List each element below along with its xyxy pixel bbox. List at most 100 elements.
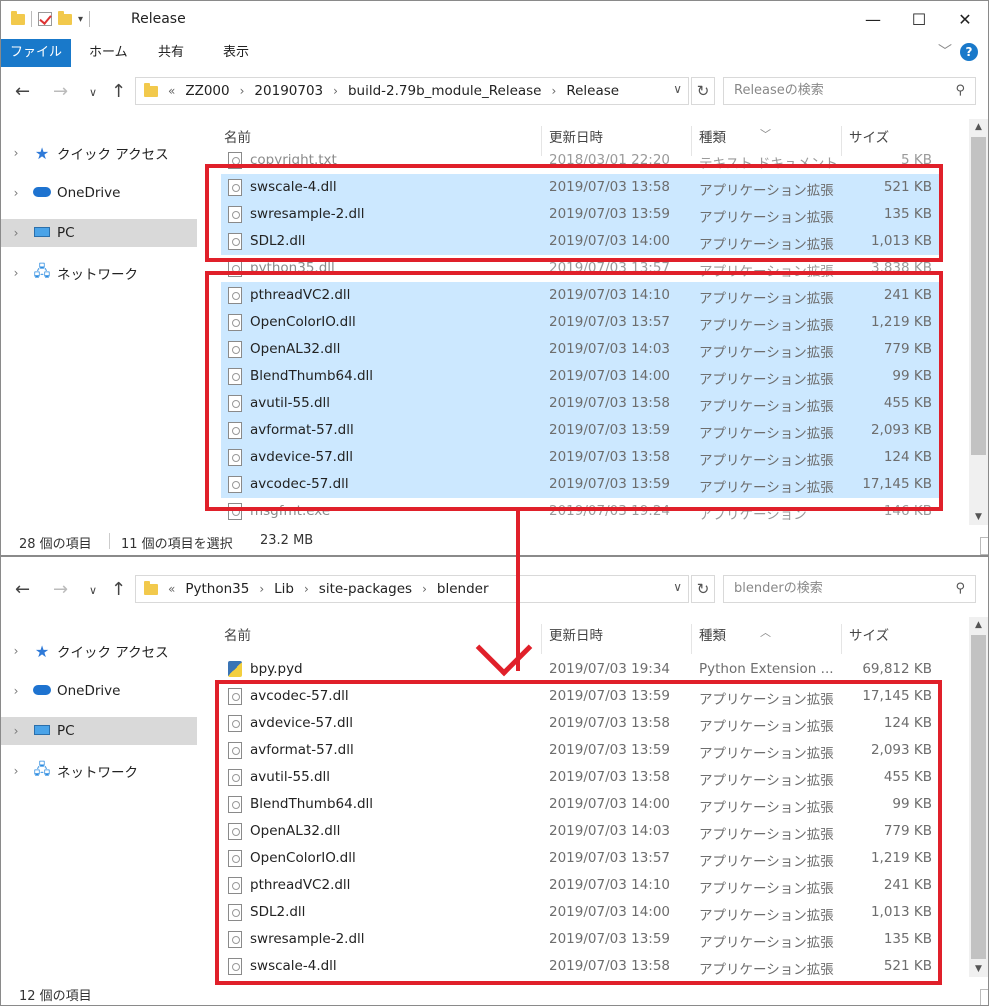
refresh-icon[interactable]: ↻ [691, 575, 715, 603]
forward-arrow-icon[interactable]: → [53, 81, 68, 102]
chevron-down-icon[interactable]: ∨ [673, 580, 682, 594]
tab-share[interactable]: 共有 [158, 39, 184, 67]
minimize-button[interactable]: — [850, 1, 896, 37]
scroll-thumb[interactable] [971, 137, 986, 455]
file-row[interactable]: bpy.pyd 2019/07/03 19:34 Python Extension … [221, 656, 939, 683]
breadcrumb-item[interactable]: site-packages [319, 581, 412, 597]
expand-icon[interactable]: › [1, 226, 31, 240]
refresh-icon[interactable]: ↻ [691, 77, 715, 105]
new-folder-icon[interactable] [58, 10, 72, 25]
breadcrumb-item[interactable]: build-2.79b_module_Release [348, 83, 542, 99]
breadcrumb-overflow[interactable]: « [168, 582, 175, 596]
customize-dropdown-icon[interactable]: ▾ [78, 14, 83, 25]
up-arrow-icon[interactable]: ↑ [111, 579, 126, 600]
status-bar: 28 個の項目 11 個の項目を選択 23.2 MB [1, 527, 988, 555]
column-divider[interactable] [541, 624, 542, 654]
sort-arrow-icon: ﹀ [760, 128, 771, 141]
expand-icon[interactable]: › [1, 146, 31, 160]
nav-item-onedrive[interactable]: › OneDrive [1, 179, 197, 207]
status-divider [109, 533, 110, 549]
chevron-right-icon[interactable]: › [240, 84, 245, 98]
nav-label: クイック アクセス [57, 147, 169, 163]
recent-locations-icon[interactable]: ∨ [89, 86, 97, 99]
breadcrumb-item[interactable]: Python35 [185, 581, 249, 597]
search-placeholder: blenderの検索 [734, 581, 823, 596]
column-name[interactable]: 名前 [224, 624, 251, 644]
nav-item-quick-access[interactable]: › ★ クイック アクセス [1, 637, 197, 665]
back-arrow-icon[interactable]: ← [15, 81, 30, 102]
close-button[interactable]: ✕ [942, 1, 988, 37]
vertical-scrollbar[interactable]: ▲ ▼ [969, 617, 988, 977]
back-arrow-icon[interactable]: ← [15, 579, 30, 600]
address-row: ← → ∨ ↑ « ZZ000 › 20190703 › build-2.79b… [1, 69, 988, 113]
expand-icon[interactable]: › [1, 266, 31, 280]
breadcrumb-item[interactable]: ZZ000 [185, 83, 229, 99]
column-date[interactable]: 更新日時 [549, 126, 603, 146]
search-input[interactable]: Releaseの検索 ⚲ [723, 77, 976, 105]
tab-file[interactable]: ファイル [1, 39, 71, 67]
column-type[interactable]: 種類 [699, 126, 726, 146]
expand-icon[interactable]: › [1, 186, 31, 200]
address-bar[interactable]: « Python35 › Lib › site-packages › blend… [135, 575, 689, 603]
column-name[interactable]: 名前 [224, 126, 251, 146]
column-header: 名前 更新日時 ﹀ 種類 サイズ [216, 119, 969, 156]
search-placeholder: Releaseの検索 [734, 83, 824, 98]
nav-item-network[interactable]: › 🖧 ネットワーク [1, 757, 197, 785]
toolbar-separator [31, 11, 32, 27]
column-divider[interactable] [841, 624, 842, 654]
help-icon[interactable]: ? [960, 43, 978, 61]
vertical-scrollbar[interactable]: ▲ ▼ [969, 119, 988, 525]
chevron-right-icon[interactable]: › [422, 582, 427, 596]
column-type[interactable]: 種類 [699, 624, 726, 644]
nav-label: ネットワーク [57, 765, 138, 781]
scroll-down-icon[interactable]: ▼ [969, 509, 988, 525]
file-type: Python Extension ... [699, 661, 834, 677]
nav-item-network[interactable]: › 🖧 ネットワーク [1, 259, 197, 287]
maximize-button[interactable]: ☐ [896, 1, 942, 37]
item-count: 28 個の項目 [19, 537, 92, 552]
tab-view[interactable]: 表示 [223, 39, 249, 67]
chevron-right-icon[interactable]: › [552, 84, 557, 98]
address-bar[interactable]: « ZZ000 › 20190703 › build-2.79b_module_… [135, 77, 689, 105]
scroll-down-icon[interactable]: ▼ [969, 961, 988, 977]
search-icon: ⚲ [955, 83, 965, 98]
highlight-box [205, 271, 943, 511]
expand-icon[interactable]: › [1, 644, 31, 658]
breadcrumb-item[interactable]: Lib [274, 581, 294, 597]
expand-ribbon-icon[interactable]: ﹀ [938, 41, 952, 61]
tab-home[interactable]: ホーム [89, 39, 128, 67]
expand-icon[interactable]: › [1, 684, 31, 698]
large-icons-view-icon[interactable] [980, 989, 988, 1005]
expand-icon[interactable]: › [1, 764, 31, 778]
scroll-up-icon[interactable]: ▲ [969, 617, 988, 633]
forward-arrow-icon[interactable]: → [53, 579, 68, 600]
title-bar: ▾ Release — ☐ ✕ [1, 1, 988, 39]
column-size[interactable]: サイズ [849, 126, 889, 146]
nav-label: ネットワーク [57, 267, 138, 283]
properties-icon[interactable] [38, 12, 52, 26]
scroll-up-icon[interactable]: ▲ [969, 119, 988, 135]
breadcrumb-overflow[interactable]: « [168, 84, 175, 98]
up-arrow-icon[interactable]: ↑ [111, 81, 126, 102]
chevron-right-icon[interactable]: › [259, 582, 264, 596]
expand-icon[interactable]: › [1, 724, 31, 738]
breadcrumb-item[interactable]: Release [566, 83, 619, 99]
breadcrumb-item[interactable]: 20190703 [254, 83, 323, 99]
column-date[interactable]: 更新日時 [549, 624, 603, 644]
chevron-right-icon[interactable]: › [333, 84, 338, 98]
column-size[interactable]: サイズ [849, 624, 889, 644]
nav-item-quick-access[interactable]: › ★ クイック アクセス [1, 139, 197, 167]
file-date: 2019/07/03 19:34 [549, 661, 671, 677]
navigation-pane: › ★ クイック アクセス › OneDrive › PC › 🖧 ネットワーク [1, 615, 206, 977]
chevron-down-icon[interactable]: ∨ [673, 82, 682, 96]
nav-item-pc[interactable]: › PC [1, 717, 197, 745]
breadcrumb-item[interactable]: blender [437, 581, 489, 597]
nav-item-onedrive[interactable]: › OneDrive [1, 677, 197, 705]
chevron-right-icon[interactable]: › [304, 582, 309, 596]
search-input[interactable]: blenderの検索 ⚲ [723, 575, 976, 603]
column-divider[interactable] [691, 624, 692, 654]
large-icons-view-icon[interactable] [980, 537, 988, 555]
scroll-thumb[interactable] [971, 635, 986, 959]
nav-item-pc[interactable]: › PC [1, 219, 197, 247]
recent-locations-icon[interactable]: ∨ [89, 584, 97, 597]
